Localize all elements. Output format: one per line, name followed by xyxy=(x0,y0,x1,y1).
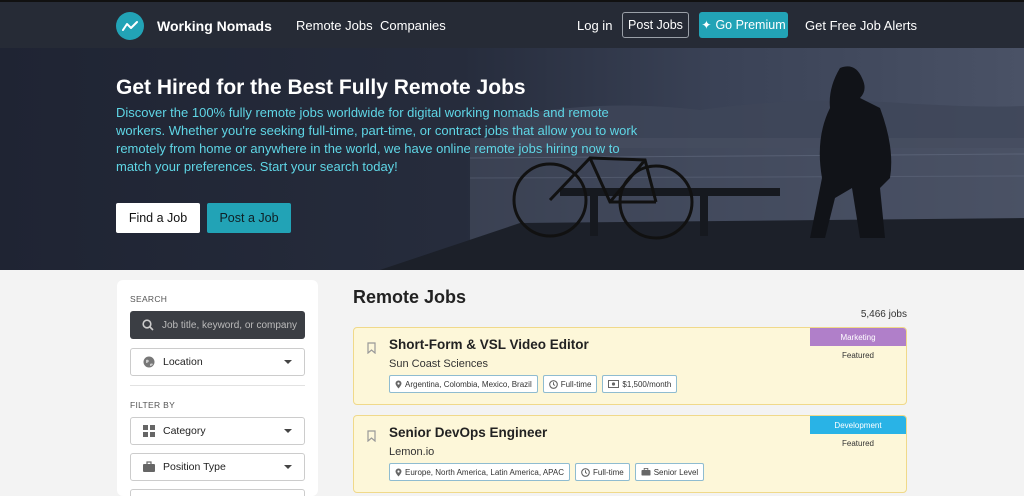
location-tag: Europe, North America, Latin America, AP… xyxy=(389,463,571,481)
search-box[interactable] xyxy=(130,311,305,339)
company-name[interactable]: Sun Coast Sciences xyxy=(389,358,488,370)
search-icon xyxy=(142,319,154,331)
type-tag-label: Full-time xyxy=(593,467,624,477)
post-job-button[interactable]: Post a Job xyxy=(207,203,291,233)
briefcase-icon xyxy=(641,468,651,476)
pin-icon xyxy=(395,380,402,388)
login-link[interactable]: Log in xyxy=(577,18,612,33)
sparkle-icon: ✦ xyxy=(701,18,712,32)
grid-icon xyxy=(143,425,155,437)
hero-section: Get Hired for the Best Fully Remote Jobs… xyxy=(0,48,1024,270)
nav-remote-jobs[interactable]: Remote Jobs xyxy=(296,18,373,33)
money-icon xyxy=(608,380,620,388)
filter-label: FILTER BY xyxy=(130,400,176,410)
nav-companies[interactable]: Companies xyxy=(380,18,446,33)
salary-tag: $1,500/month xyxy=(602,375,678,393)
top-navbar: Working Nomads Remote Jobs Companies Log… xyxy=(0,0,1024,48)
clock-icon xyxy=(548,379,558,389)
clock-icon xyxy=(581,467,590,477)
find-job-button[interactable]: Find a Job xyxy=(116,203,200,233)
job-card[interactable]: Senior DevOps Engineer Lemon.io Europe, … xyxy=(353,415,907,493)
location-tag-label: Europe, North America, Latin America, AP… xyxy=(405,467,565,477)
filter-sidebar: SEARCH Location FILTER BY Category Posit… xyxy=(117,280,318,496)
job-title[interactable]: Senior DevOps Engineer xyxy=(389,425,547,440)
job-card[interactable]: Short-Form & VSL Video Editor Sun Coast … xyxy=(353,327,907,405)
type-tag: Full-time xyxy=(575,463,630,481)
featured-label: Featured xyxy=(841,351,875,360)
category-select[interactable]: Category xyxy=(130,417,305,445)
bookmark-icon[interactable] xyxy=(367,430,376,442)
brand-link[interactable]: Working Nomads xyxy=(116,12,272,40)
category-label: Category xyxy=(163,425,206,437)
search-input[interactable] xyxy=(162,319,302,331)
job-alerts-link[interactable]: Get Free Job Alerts xyxy=(805,18,917,33)
chevron-down-icon xyxy=(284,465,292,469)
search-label: SEARCH xyxy=(130,294,168,304)
brand-name: Working Nomads xyxy=(157,18,272,34)
chevron-down-icon xyxy=(284,429,292,433)
divider xyxy=(130,385,305,386)
company-name[interactable]: Lemon.io xyxy=(389,446,434,458)
globe-icon xyxy=(143,356,155,368)
chevron-down-icon xyxy=(284,360,292,364)
bookmark-icon[interactable] xyxy=(367,342,376,354)
location-label: Location xyxy=(163,356,203,368)
type-tag-label: Full-time xyxy=(560,379,592,389)
post-jobs-button[interactable]: Post Jobs xyxy=(622,12,689,38)
position-icon xyxy=(143,461,155,472)
location-tag: Argentina, Colombia, Mexico, Brazil xyxy=(389,375,538,393)
location-select[interactable]: Location xyxy=(130,348,305,376)
position-type-select[interactable]: Position Type xyxy=(130,453,305,481)
hero-title: Get Hired for the Best Fully Remote Jobs xyxy=(116,76,526,99)
logo-icon xyxy=(116,12,144,40)
go-premium-button[interactable]: ✦ Go Premium xyxy=(699,12,788,38)
level-tag: Senior Level xyxy=(634,463,705,481)
position-type-label: Position Type xyxy=(163,461,226,473)
category-badge[interactable]: Marketing xyxy=(810,328,906,346)
salary-tag-label: $1,500/month xyxy=(622,379,672,389)
level-tag-label: Senior Level xyxy=(653,467,699,477)
page-title: Remote Jobs xyxy=(353,287,467,307)
hero-description: Discover the 100% fully remote jobs worl… xyxy=(116,105,638,174)
go-premium-label: Go Premium xyxy=(715,18,786,32)
featured-label: Featured xyxy=(841,439,875,448)
job-title[interactable]: Short-Form & VSL Video Editor xyxy=(389,337,589,352)
next-filter-select[interactable] xyxy=(130,489,305,496)
job-count: 5,466 jobs xyxy=(860,309,907,320)
pin-icon xyxy=(395,468,402,476)
type-tag: Full-time xyxy=(542,375,598,393)
category-badge[interactable]: Development xyxy=(810,416,906,434)
location-tag-label: Argentina, Colombia, Mexico, Brazil xyxy=(405,379,532,389)
